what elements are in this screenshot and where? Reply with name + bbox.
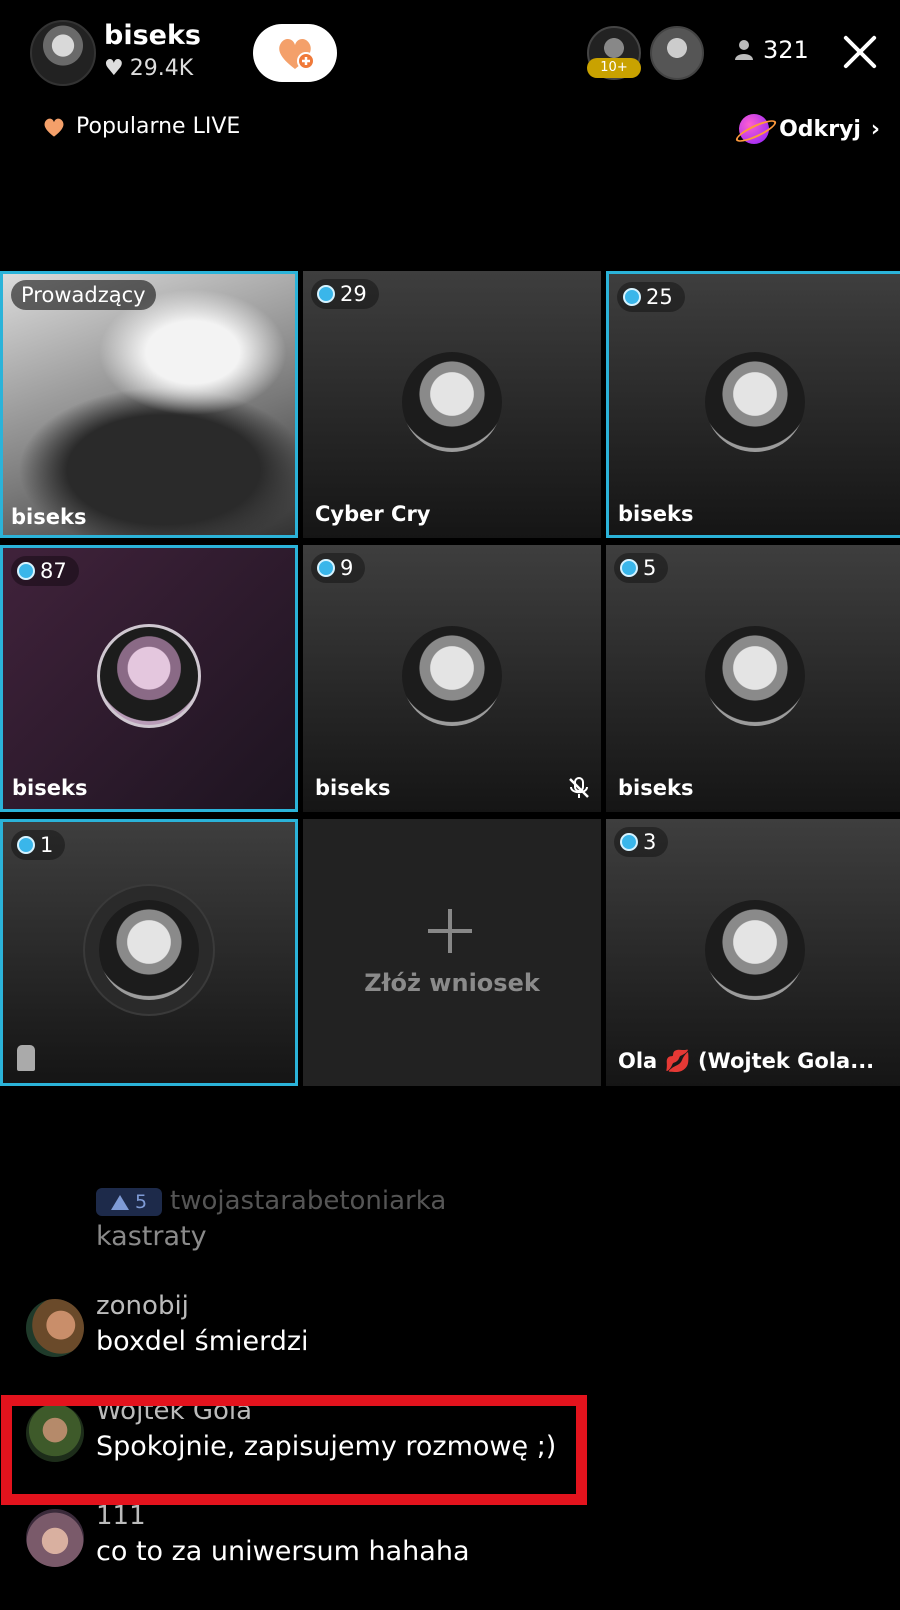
host-likes: ♥ 29.4K: [104, 56, 193, 81]
chat-text: co to za uniwersum hahaha: [96, 1536, 470, 1567]
popular-live-link[interactable]: Popularne LIVE: [42, 114, 240, 139]
apply-label: Złóż wniosek: [364, 969, 540, 997]
guest-avatar: [402, 626, 502, 726]
gift-score-value: 87: [40, 559, 67, 583]
heart-plus-icon: [279, 39, 315, 70]
diamond-icon: [17, 836, 35, 854]
gift-score-badge: 3: [614, 827, 669, 857]
guest-tile[interactable]: 29 Cyber Cry: [303, 271, 601, 538]
host-role-badge: Prowadzący: [11, 280, 156, 310]
tile-name: Cyber Cry: [315, 502, 431, 526]
viewer-count[interactable]: 321: [735, 36, 809, 64]
gift-score-badge: 9: [311, 553, 366, 583]
tile-name: biseks: [11, 505, 87, 529]
gift-score-value: 29: [340, 282, 367, 306]
tile-name: biseks: [618, 776, 694, 800]
guest-avatar: [402, 352, 502, 452]
host-likes-count: 29.4K: [129, 56, 194, 81]
chat-message[interactable]: zonobij boxdel śmierdzi: [0, 1285, 600, 1375]
discover-link[interactable]: Odkryj ›: [739, 114, 880, 144]
popular-live-label: Popularne LIVE: [76, 114, 241, 139]
chat-username[interactable]: zonobij: [96, 1291, 189, 1321]
gift-score-value: 9: [340, 556, 354, 580]
chat-text: boxdel śmierdzi: [96, 1326, 309, 1357]
chevron-right-icon: ›: [870, 116, 880, 142]
follow-button[interactable]: [253, 24, 337, 82]
gift-score-badge: 1: [11, 830, 66, 860]
guest-avatar: [705, 352, 805, 452]
diamond-icon: [317, 559, 335, 577]
planet-icon: [739, 114, 770, 144]
live-header: biseks ♥ 29.4K 10+ 321: [0, 0, 900, 110]
avatar[interactable]: [26, 1509, 84, 1567]
chat-username[interactable]: twojastarabetoniarka: [170, 1186, 446, 1216]
guest-tile[interactable]: 1: [0, 819, 298, 1086]
mic-muted-icon: [569, 777, 589, 798]
gift-score-value: 3: [643, 830, 657, 854]
gift-score-badge: 25: [617, 282, 685, 312]
close-icon[interactable]: [840, 32, 880, 72]
guest-tile[interactable]: 5 biseks: [606, 545, 900, 812]
tile-name: biseks: [315, 776, 391, 800]
avatar[interactable]: [26, 1299, 84, 1357]
moai-icon: [17, 1045, 35, 1071]
gift-score-value: 1: [40, 833, 54, 857]
tile-name: biseks: [618, 502, 694, 526]
heart-icon: [44, 118, 64, 137]
guest-avatar: [97, 624, 201, 728]
chat-text: kastraty: [96, 1221, 207, 1252]
guest-tile[interactable]: 3 Ola 💋 (Wojtek Gola...: [606, 819, 900, 1086]
viewer-rank-badge: 10+: [587, 58, 641, 78]
level-badge: 5: [96, 1188, 162, 1216]
tile-name: Ola 💋 (Wojtek Gola...: [618, 1049, 875, 1073]
chat-message[interactable]: 5 twojastarabetoniarka kastraty: [0, 1180, 600, 1270]
chat-username[interactable]: 111: [96, 1501, 146, 1531]
tile-name: biseks: [12, 776, 88, 800]
top-viewer-avatar[interactable]: [650, 26, 704, 80]
diamond-icon: [620, 559, 638, 577]
viewer-count-value: 321: [763, 36, 809, 64]
diamond-icon: [620, 833, 638, 851]
guest-avatar: [705, 900, 805, 1000]
discover-label: Odkryj: [779, 116, 861, 142]
annotation-highlight-box: [1, 1395, 587, 1505]
host-name[interactable]: biseks: [104, 20, 201, 51]
gift-score-badge: 5: [614, 553, 669, 583]
host-avatar[interactable]: [30, 20, 96, 86]
apply-slot[interactable]: Złóż wniosek: [303, 819, 601, 1086]
guest-tile[interactable]: 9 biseks: [303, 545, 601, 812]
plus-icon: [428, 909, 472, 953]
diamond-icon: [17, 562, 35, 580]
gift-score-badge: 87: [11, 556, 79, 586]
diamond-icon: [317, 285, 335, 303]
guest-grid: Prowadzący biseks 29 Cyber Cry 25 biseks…: [0, 271, 900, 1087]
guest-tile[interactable]: 87 biseks: [0, 545, 298, 812]
gift-score-value: 25: [646, 285, 673, 309]
person-icon: [735, 40, 753, 60]
heart-icon: ♥: [104, 56, 124, 81]
guest-tile[interactable]: 25 biseks: [606, 271, 900, 538]
triangle-icon: [110, 1194, 129, 1210]
diamond-icon: [623, 288, 641, 306]
level-value: 5: [134, 1191, 148, 1213]
guest-avatar: [99, 900, 199, 1000]
guest-avatar: [705, 626, 805, 726]
gift-score-value: 5: [643, 556, 657, 580]
host-video: [3, 274, 295, 535]
gift-score-badge: 29: [311, 279, 379, 309]
chat-message[interactable]: 111 co to za uniwersum hahaha: [0, 1495, 600, 1585]
host-tile[interactable]: Prowadzący biseks: [0, 271, 298, 538]
